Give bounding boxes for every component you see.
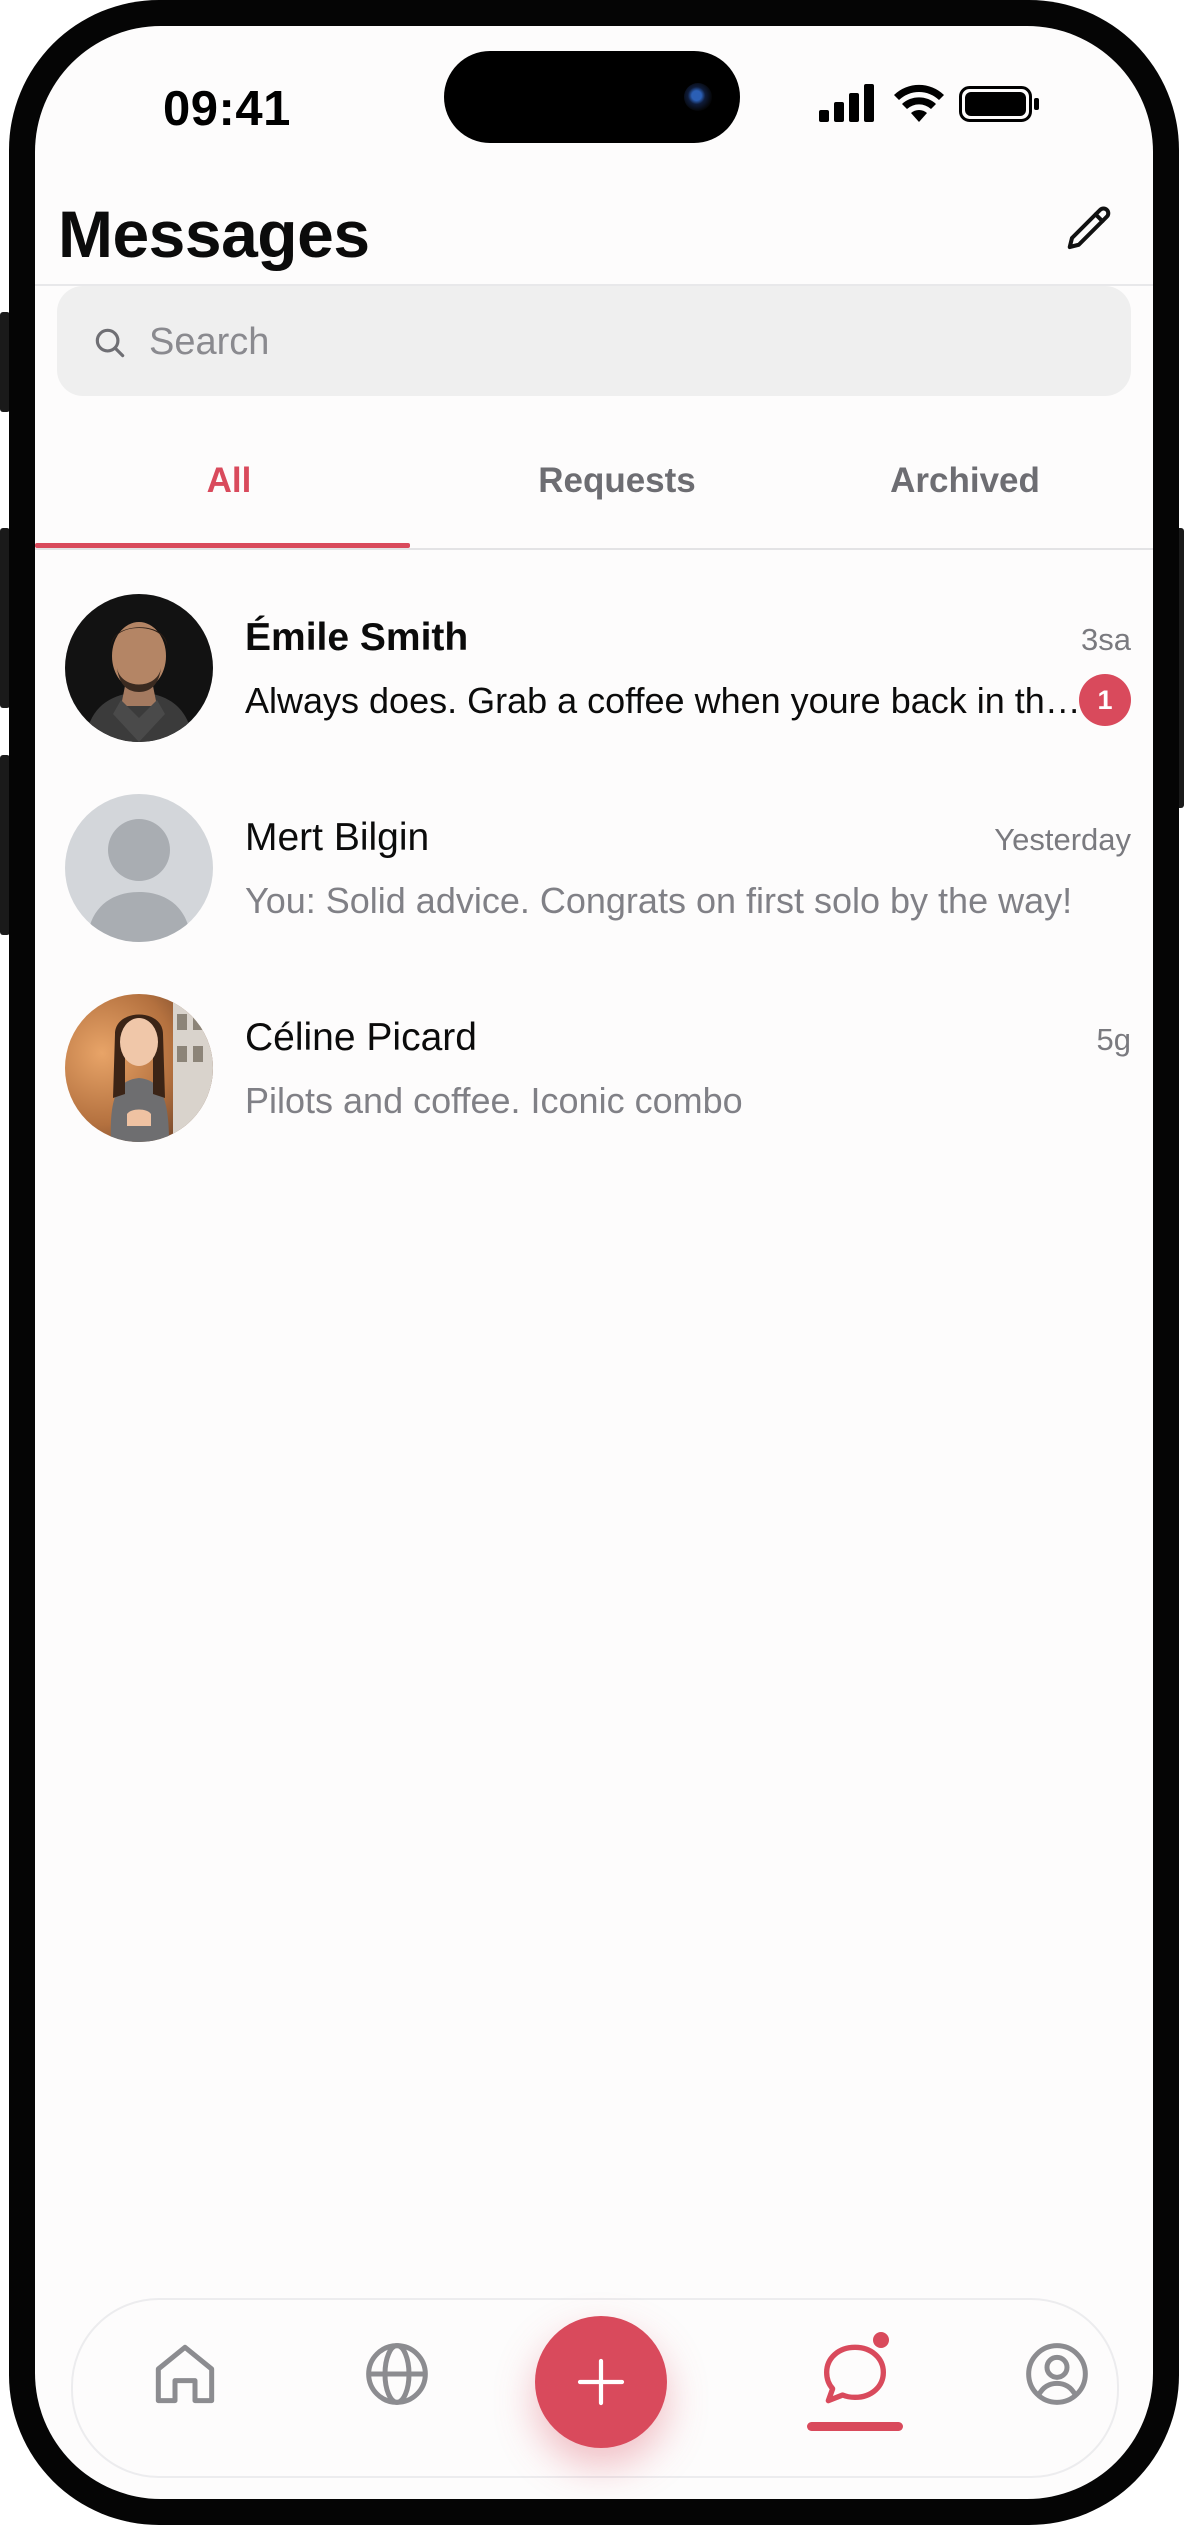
- conversation-name: Émile Smith: [245, 616, 469, 659]
- avatar-photo-man-icon: [65, 594, 213, 742]
- tab-label: Requests: [538, 461, 696, 500]
- conversation-item-mert-bilgin[interactable]: Mert Bilgin Yesterday You: Solid advice.…: [35, 774, 1153, 974]
- profile-icon: [1026, 2343, 1088, 2405]
- dynamic-island: [444, 51, 740, 143]
- new-post-button[interactable]: [535, 2316, 667, 2448]
- search-input[interactable]: [147, 308, 1091, 376]
- wifi-icon: [894, 84, 944, 122]
- conversation-preview: Pilots and coffee. Iconic combo: [245, 1080, 743, 1121]
- unread-badge: 1: [1079, 674, 1131, 726]
- tab-label: Archived: [890, 461, 1040, 500]
- avatar-photo-woman-icon: [65, 994, 213, 1142]
- conversation-preview: Always does. Grab a coffee when youre ba…: [245, 680, 1097, 721]
- home-icon: [155, 2344, 215, 2404]
- page-title: Messages: [58, 197, 370, 271]
- search-bar[interactable]: [57, 286, 1131, 396]
- phone-frame: 09:41 Messages Search All Requests Archi…: [9, 0, 1179, 2525]
- avatar: [65, 994, 213, 1142]
- notification-dot: [873, 2332, 889, 2348]
- bottom-nav: [71, 2298, 1119, 2478]
- conversation-item-emile-smith[interactable]: Émile Smith 3sa Always does. Grab a coff…: [35, 574, 1153, 774]
- nav-explore[interactable]: [357, 2334, 437, 2414]
- globe-icon: [366, 2343, 428, 2405]
- active-nav-indicator: [807, 2422, 903, 2431]
- conversation-time: 3sa: [1081, 622, 1131, 657]
- status-time: 09:41: [163, 82, 291, 136]
- conversation-name: Céline Picard: [245, 1016, 477, 1059]
- conversation-time: 5g: [1096, 1022, 1131, 1057]
- status-bar: 09:41: [35, 26, 1153, 144]
- avatar: [65, 594, 213, 742]
- nav-home[interactable]: [145, 2334, 225, 2414]
- active-tab-indicator: [35, 543, 410, 548]
- conversation-time: Yesterday: [994, 822, 1131, 857]
- battery-icon: [959, 86, 1039, 122]
- header: Messages: [35, 166, 1153, 286]
- screen: 09:41 Messages Search All Requests Archi…: [35, 26, 1153, 2499]
- compose-button[interactable]: [1063, 202, 1117, 256]
- tab-archived[interactable]: Archived: [771, 426, 1153, 546]
- nav-profile[interactable]: [1017, 2334, 1097, 2414]
- tab-requests[interactable]: Requests: [423, 426, 811, 546]
- plus-icon: [577, 2358, 625, 2406]
- pencil-icon: [1067, 206, 1111, 250]
- tab-label: All: [206, 461, 252, 500]
- default-avatar-icon: [65, 794, 213, 942]
- tab-all[interactable]: All: [35, 426, 423, 548]
- camera-icon: [684, 83, 712, 111]
- tab-bar: All Requests Archived: [35, 426, 1153, 550]
- conversation-item-celine-picard[interactable]: Céline Picard 5g Pilots and coffee. Icon…: [35, 974, 1153, 1174]
- conversation-preview: You: Solid advice. Congrats on first sol…: [245, 880, 1073, 921]
- cellular-signal-icon: [819, 84, 874, 122]
- search-icon: [95, 328, 125, 358]
- avatar: [65, 794, 213, 942]
- conversation-name: Mert Bilgin: [245, 816, 430, 859]
